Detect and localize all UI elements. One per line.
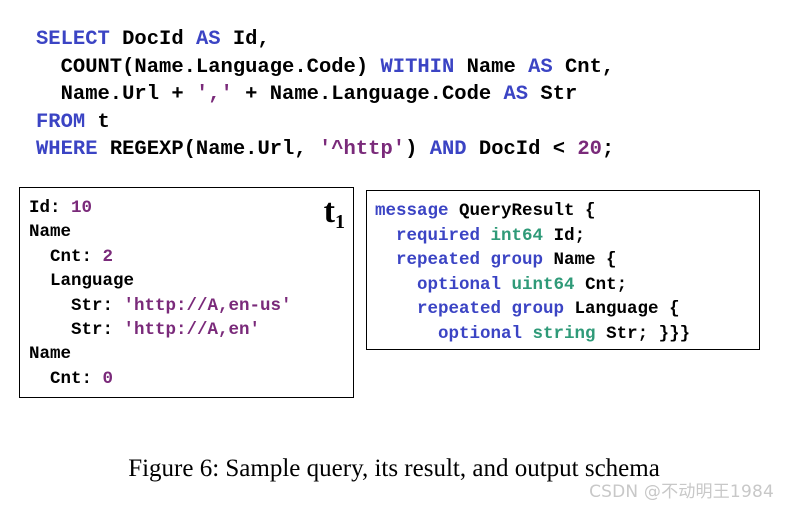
schema-line: optional string Str; }}} (375, 322, 690, 347)
schema-space (501, 275, 512, 295)
result-record-box: t1 Id: 10 Name Cnt: 2 Language Str: 'http… (19, 187, 354, 398)
schema-type: string (532, 323, 596, 344)
schema-line: repeated group Name { (375, 248, 690, 273)
result-line: Str: 'http://A,en' (29, 318, 292, 342)
result-line: Cnt: 0 (29, 367, 292, 391)
field-value: 2 (102, 246, 114, 267)
sql-text: DocId < (466, 138, 578, 161)
output-schema-box: message QueryResult { required int64 Id;… (366, 190, 760, 350)
field-key: Str: (29, 320, 124, 341)
sql-line-4: FROM t (36, 109, 614, 137)
schema-line: optional uint64 Cnt; (375, 273, 690, 298)
sql-text: Id, (220, 28, 270, 51)
schema-text: Language { (564, 299, 680, 319)
sql-text: DocId (109, 28, 196, 51)
group-name: Name (29, 222, 72, 243)
schema-keyword: repeated group (417, 299, 565, 319)
sql-query: SELECT DocId AS Id, COUNT(Name.Language.… (36, 26, 614, 164)
sql-keyword: AS (528, 55, 553, 79)
field-key: Str: (29, 295, 124, 316)
sql-keyword: SELECT (36, 28, 110, 51)
schema-line: message QueryResult { (375, 199, 690, 224)
schema-indent (375, 250, 396, 270)
field-key: Id: (29, 198, 72, 218)
schema-space (522, 324, 533, 344)
sql-number-literal: 20 (577, 138, 602, 161)
schema-line: required int64 Id; (375, 224, 690, 249)
sql-keyword: AS (503, 83, 529, 106)
schema-keyword: message (375, 201, 449, 221)
sql-text: Name.Url + (36, 83, 196, 106)
sql-text: ; (601, 138, 615, 161)
record-label-subscript: 1 (335, 211, 345, 233)
result-line: Name (29, 220, 292, 244)
sql-string-literal: ',' (195, 83, 233, 106)
output-schema: message QueryResult { required int64 Id;… (375, 199, 690, 346)
result-line: Name (29, 342, 292, 366)
schema-indent (375, 226, 396, 246)
sql-string-literal: '^http' (318, 138, 406, 161)
result-line: Language (29, 269, 292, 293)
field-value: 'http://A,en-us' (123, 295, 292, 316)
schema-type: int64 (490, 225, 544, 246)
schema-keyword: required (396, 225, 481, 246)
sql-keyword: WHERE (36, 138, 98, 161)
field-key: Cnt: (29, 368, 103, 389)
field-value: 10 (71, 198, 93, 218)
schema-keyword: repeated group (396, 250, 544, 270)
schema-indent (375, 275, 417, 295)
sql-text: + Name.Language.Code (232, 83, 504, 106)
sql-line-3: Name.Url + ',' + Name.Language.Code AS S… (36, 81, 614, 109)
schema-type: uint64 (511, 274, 575, 295)
schema-line: repeated group Language { (375, 297, 690, 322)
sql-text: t (85, 110, 110, 134)
schema-text: Name { (543, 250, 617, 270)
sql-text: Cnt, (552, 55, 615, 79)
sql-text: Str (528, 83, 578, 106)
schema-keyword: optional (417, 274, 502, 295)
watermark: CSDN @不动明王1984 (589, 482, 774, 502)
result-line: Str: 'http://A,en-us' (29, 294, 292, 318)
schema-space (480, 226, 491, 246)
group-name: Language (29, 271, 135, 292)
schema-indent (375, 299, 417, 319)
result-line: Cnt: 2 (29, 245, 292, 269)
schema-text: Str; }}} (595, 323, 691, 344)
sql-text: COUNT(Name.Language.Code) (36, 55, 381, 79)
schema-text: Cnt; (574, 274, 628, 295)
sql-line-5: WHERE REGEXP(Name.Url, '^http') AND DocI… (36, 136, 614, 164)
sql-line-1: SELECT DocId AS Id, (36, 26, 614, 54)
schema-keyword: optional (438, 323, 523, 344)
schema-indent (375, 324, 438, 344)
sql-keyword: AS (195, 28, 221, 51)
sql-keyword: WITHIN (380, 55, 455, 79)
sql-text: ) (405, 138, 430, 161)
result-record: Id: 10 Name Cnt: 2 Language Str: 'http://… (29, 196, 292, 391)
record-label-main: t (323, 193, 335, 230)
field-value: 'http://A,en' (123, 320, 261, 341)
schema-text: Id; (543, 225, 586, 246)
result-line: Id: 10 (29, 196, 292, 220)
schema-text: QueryResult { (448, 201, 596, 221)
group-name: Name (29, 344, 72, 365)
sql-text: Name (454, 55, 529, 79)
sql-line-2: COUNT(Name.Language.Code) WITHIN Name AS… (36, 54, 615, 82)
field-key: Cnt: (29, 246, 103, 267)
record-label: t1 (324, 192, 345, 242)
sql-keyword: AND (429, 138, 467, 161)
sql-keyword: FROM (36, 110, 86, 134)
field-value: 0 (102, 368, 114, 389)
sql-text: REGEXP(Name.Url, (97, 138, 319, 161)
